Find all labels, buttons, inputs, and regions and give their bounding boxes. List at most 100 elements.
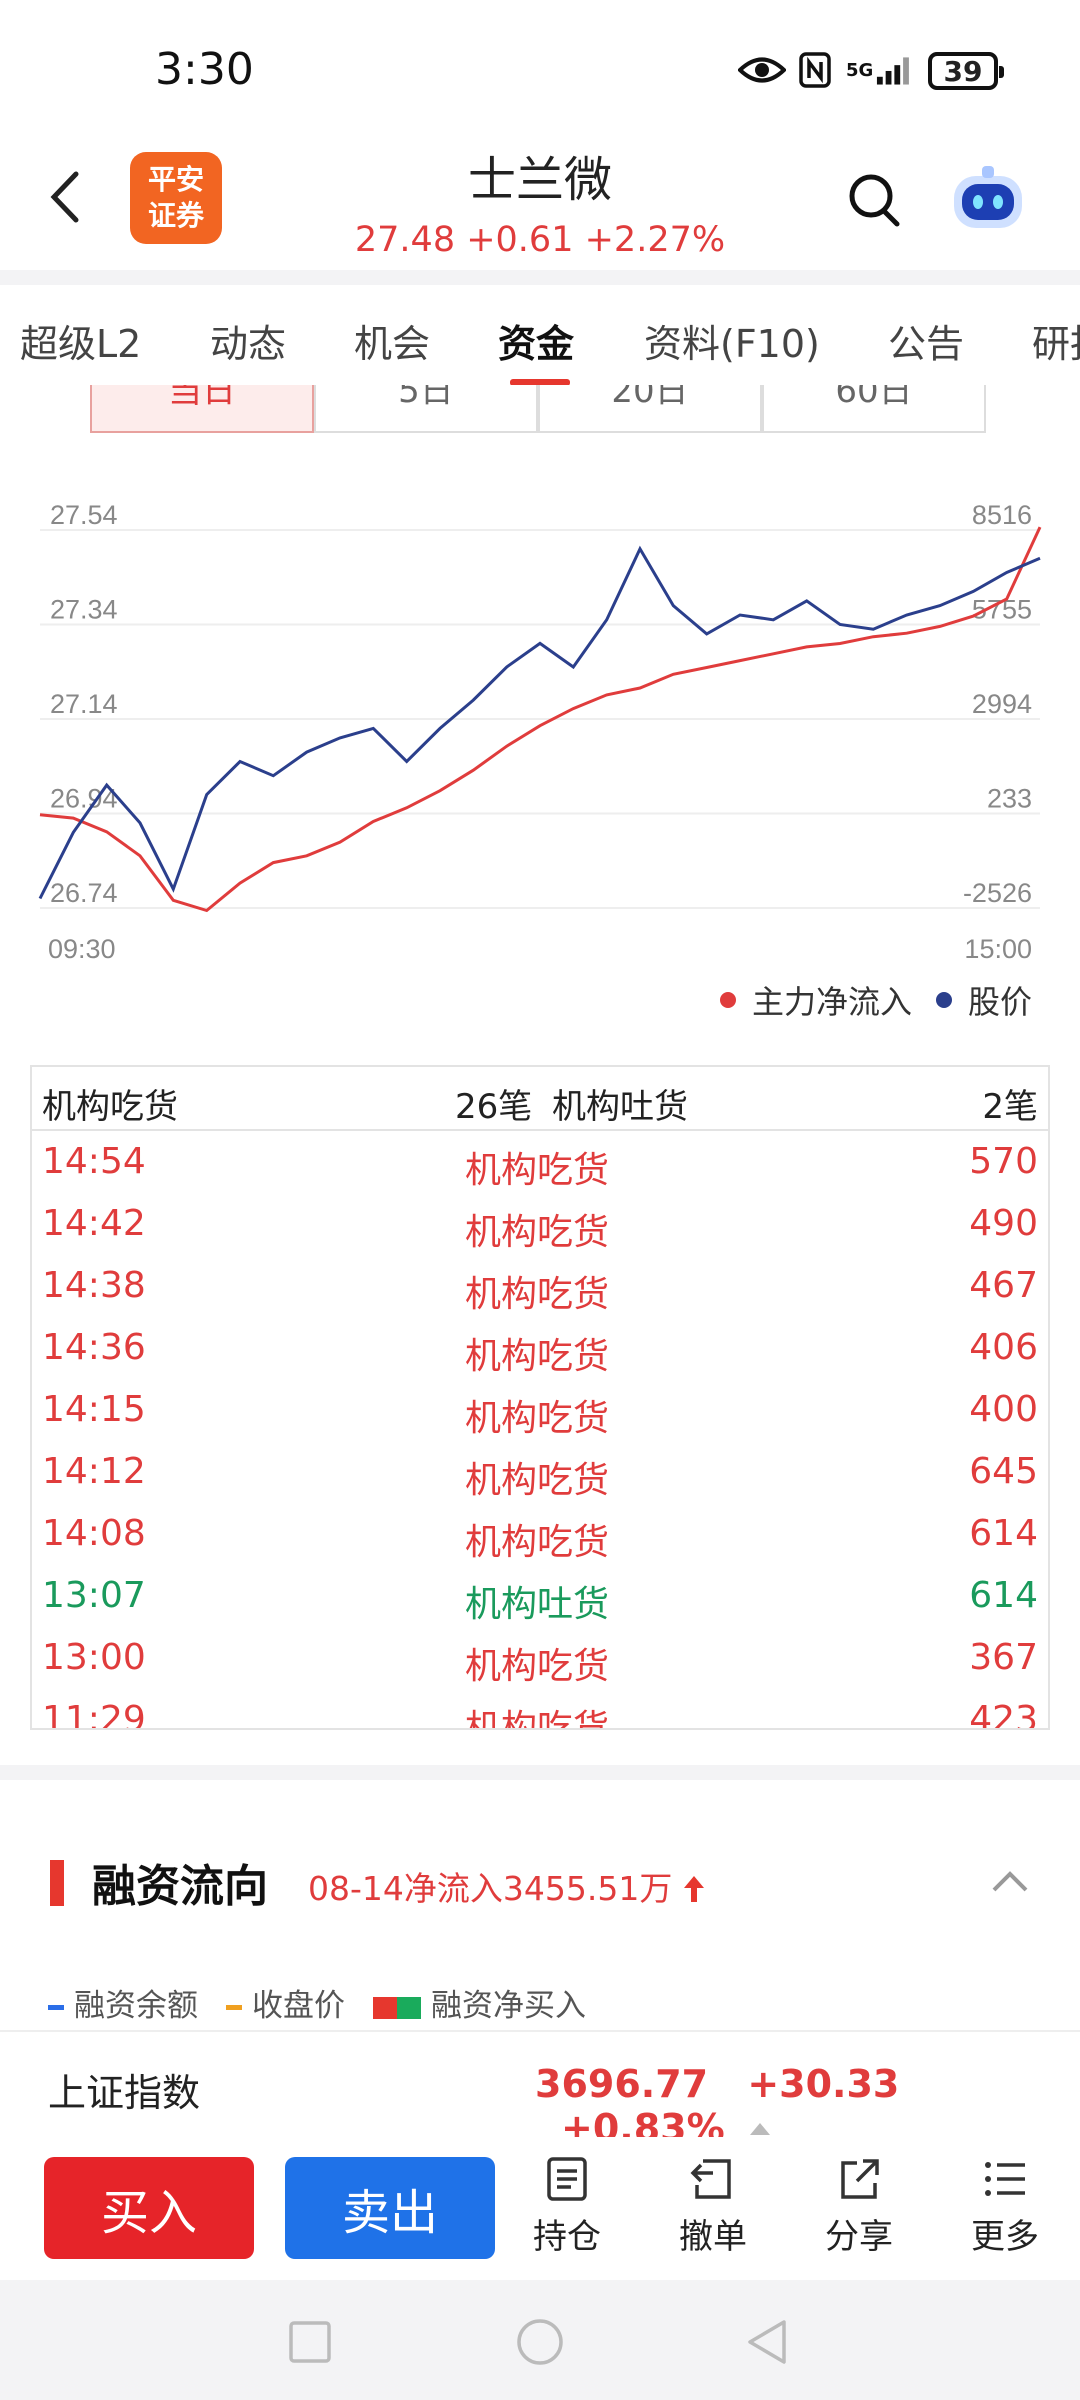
row-type: 机构吃货	[465, 1398, 610, 1439]
status-bar: 3:30 5G 39	[0, 0, 1080, 140]
period-60d[interactable]: 60日	[762, 385, 986, 433]
table-header: 机构吃货 26笔 机构吐货 2笔	[32, 1067, 1048, 1131]
chart-grid	[40, 529, 1040, 909]
eye-icon	[738, 50, 786, 90]
chart-legend: 主力净流入 股价	[720, 975, 1060, 1025]
financing-legend: 融资余额 收盘价 融资净买入	[48, 1980, 586, 2025]
tab-dynamics[interactable]: 动态	[210, 313, 286, 368]
tab-opportunity[interactable]: 机会	[354, 313, 430, 368]
row-value: 570	[969, 1141, 1038, 1182]
index-value: 3696.77	[535, 2062, 709, 2106]
legend-balance: 融资余额	[48, 1980, 198, 2025]
flow-tick-label: 2994	[972, 689, 1032, 719]
stock-name: 士兰微	[467, 152, 612, 208]
financing-section: 融资流向 08-14净流入3455.51万 融资余额 收盘价 融资净买入	[0, 1780, 1080, 2030]
back-icon[interactable]	[46, 162, 86, 232]
stock-header: 平安 证券 士兰微 27.48 +0.61 +2.27%	[0, 140, 1080, 270]
period-5d[interactable]: 5日	[314, 385, 538, 433]
row-type: 机构吃货	[465, 1274, 610, 1315]
table-row: 14:54 机构吃货 570	[32, 1129, 1048, 1191]
row-time: 14:42	[42, 1203, 146, 1244]
price-tick-label: 26.74	[50, 878, 118, 908]
section-accent-bar	[50, 1860, 64, 1906]
period-today[interactable]: 当日	[90, 385, 314, 433]
assistant-robot-icon[interactable]	[948, 160, 1028, 240]
row-time: 14:54	[42, 1141, 146, 1182]
legend-close: 收盘价	[226, 1980, 345, 2025]
row-time: 11:29	[42, 1699, 146, 1730]
row-type: 机构吃货	[465, 1708, 610, 1730]
home-icon[interactable]	[516, 2318, 564, 2366]
cancel-order-icon	[690, 2159, 731, 2199]
row-type: 机构吃货	[465, 1212, 610, 1253]
price-tick-label: 27.34	[50, 595, 118, 625]
table-row: 14:08 机构吃货 614	[32, 1501, 1048, 1563]
tab-announcements[interactable]: 公告	[888, 313, 964, 368]
broker-logo: 平安 证券	[130, 152, 222, 244]
back-nav-icon[interactable]	[744, 2318, 792, 2366]
flow-tick-label: -2526	[963, 878, 1032, 908]
more-menu-icon	[985, 2162, 1025, 2196]
header-sell-label: 机构吐货	[552, 1087, 688, 1127]
more-button[interactable]: 更多	[950, 2155, 1060, 2258]
period-selector: 当日 5日 20日 60日	[90, 385, 990, 435]
collapse-chevron-icon[interactable]	[990, 1868, 1030, 1894]
nfc-icon	[798, 50, 832, 90]
battery-icon: 39	[928, 52, 1004, 90]
row-value: 400	[969, 1389, 1038, 1430]
table-row: 11:29 机构吃货 423	[32, 1687, 1048, 1730]
index-name: 上证指数	[48, 2071, 201, 2115]
cancel-order-button[interactable]: 撤单	[658, 2155, 768, 2258]
row-time: 13:07	[42, 1575, 146, 1616]
recent-apps-icon[interactable]	[288, 2320, 332, 2364]
stock-quote: 27.48 +0.61 +2.27%	[354, 220, 726, 260]
tab-research[interactable]: 研报	[1032, 313, 1080, 368]
row-time: 14:12	[42, 1451, 146, 1492]
sell-button[interactable]: 卖出	[285, 2157, 495, 2259]
share-button[interactable]: 分享	[804, 2155, 914, 2258]
period-20d[interactable]: 20日	[538, 385, 762, 433]
action-bar: 买入 卖出 持仓 撤单 分享 更多	[0, 2137, 1080, 2280]
price-legend-label: 股价	[968, 983, 1033, 1021]
row-time: 14:15	[42, 1389, 146, 1430]
positions-button[interactable]: 持仓	[512, 2155, 622, 2258]
row-value: 490	[969, 1203, 1038, 1244]
flow-legend-dot	[720, 992, 736, 1008]
share-icon	[841, 2159, 879, 2199]
index-ticker[interactable]: 上证指数 3696.77 +30.33 +0.83%	[0, 2030, 1080, 2150]
x-axis-end-label: 15:00	[964, 934, 1032, 964]
price-legend-dot	[936, 992, 953, 1008]
table-row: 13:00 机构吃货 367	[32, 1625, 1048, 1687]
row-time: 14:38	[42, 1265, 146, 1306]
price-axis-ticks: 27.5427.3427.1426.9426.74	[50, 500, 118, 908]
flow-axis-ticks: 8516 5755 2994 233 -2526	[963, 500, 1032, 908]
buy-button[interactable]: 买入	[44, 2157, 254, 2259]
positions-icon	[547, 2157, 587, 2201]
tab-f10[interactable]: 资料(F10)	[644, 313, 820, 368]
index-change: +30.33	[747, 2062, 900, 2106]
financing-subtitle: 08-14净流入3455.51万	[308, 1862, 705, 1910]
system-nav-bar	[0, 2280, 1080, 2400]
header-sell-count: 2笔	[982, 1087, 1038, 1127]
institution-trades-table[interactable]: 机构吃货 26笔 机构吐货 2笔 14:54 机构吃货 570 14:42 机构吃货 49…	[30, 1065, 1050, 1730]
row-value: 614	[969, 1513, 1038, 1554]
signal-icon: 5G	[846, 50, 916, 90]
row-time: 13:00	[42, 1637, 146, 1678]
row-time: 14:08	[42, 1513, 146, 1554]
price-tick-label: 27.14	[50, 689, 118, 719]
stock-price-line	[38, 545, 1041, 900]
row-value: 367	[969, 1637, 1038, 1678]
row-type: 机构吃货	[465, 1150, 610, 1191]
row-type: 机构吃货	[465, 1646, 610, 1687]
row-type: 机构吃货	[465, 1522, 610, 1563]
row-time: 14:36	[42, 1327, 146, 1368]
row-value: 645	[969, 1451, 1038, 1492]
table-row: 14:15 机构吃货 400	[32, 1377, 1048, 1439]
table-row: 14:42 机构吃货 490	[32, 1191, 1048, 1253]
row-type: 机构吃货	[465, 1336, 610, 1377]
tab-super-l2[interactable]: 超级L2	[20, 313, 141, 368]
search-icon[interactable]	[845, 170, 905, 230]
flow-legend-label: 主力净流入	[752, 983, 913, 1021]
flow-tick-label: 5755	[972, 595, 1032, 625]
tab-funds[interactable]: 资金	[498, 313, 574, 368]
